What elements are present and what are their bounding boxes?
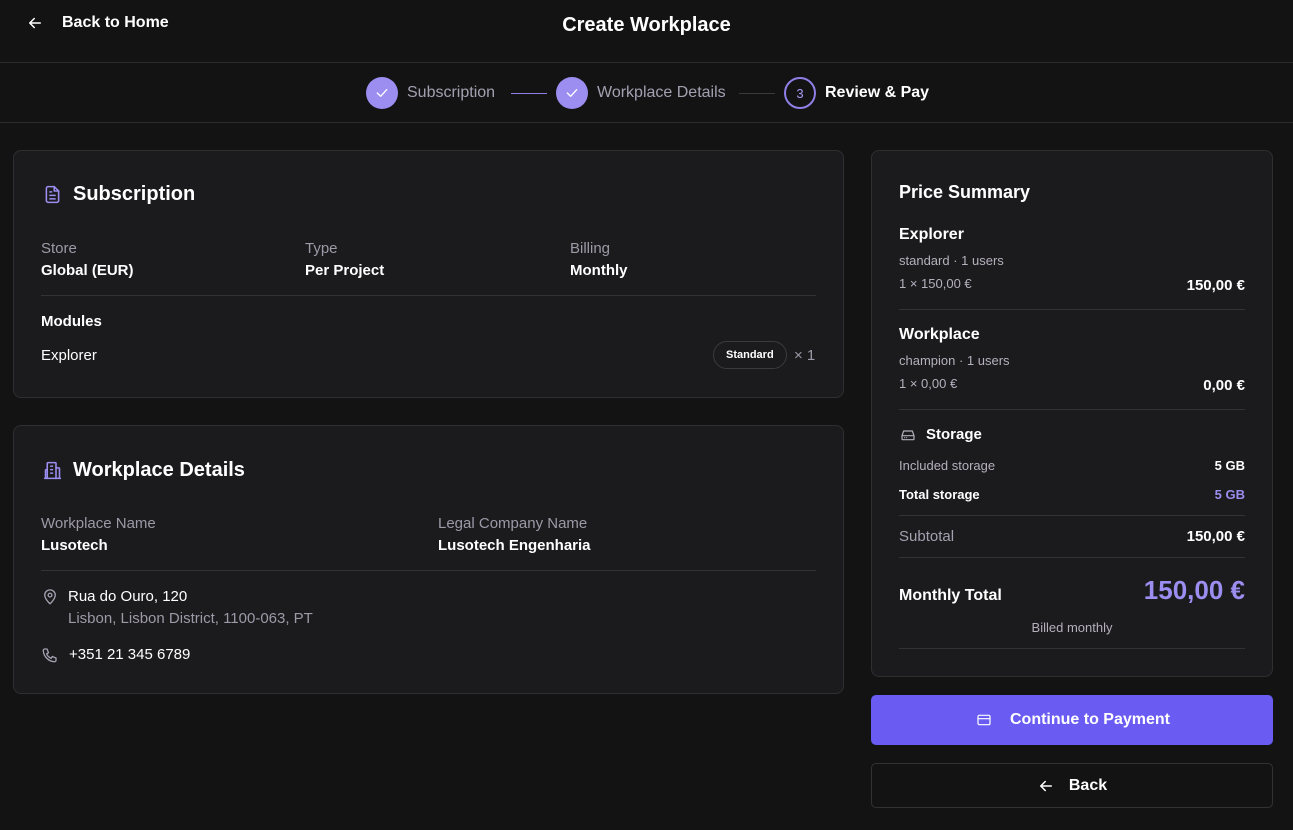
module-quantity: × 1 bbox=[794, 347, 816, 364]
line-item-detail: champion · 1 users bbox=[899, 353, 1010, 368]
credit-card-icon bbox=[977, 714, 991, 726]
subscription-card: Subscription Store Global (EUR) Type Per… bbox=[13, 150, 844, 398]
phone-icon bbox=[42, 648, 57, 663]
back-button-label: Back bbox=[1068, 776, 1108, 794]
price-summary-title: Price Summary bbox=[899, 182, 1031, 202]
step-label: Subscription bbox=[407, 84, 496, 101]
step-label: Workplace Details bbox=[597, 84, 726, 101]
module-tier-badge: Standard bbox=[713, 341, 787, 369]
monthly-total-value: 150,00 € bbox=[1143, 575, 1245, 605]
divider bbox=[899, 557, 1245, 558]
line-item-calc: 1 × 0,00 € bbox=[899, 376, 958, 391]
arrow-left-icon bbox=[1039, 780, 1052, 791]
continue-to-payment-button[interactable]: Continue to Payment bbox=[871, 695, 1273, 745]
document-icon bbox=[45, 185, 60, 204]
subtotal-label: Subtotal bbox=[899, 528, 955, 545]
billing-value: Monthly bbox=[570, 262, 628, 279]
continue-to-payment-label: Continue to Payment bbox=[1009, 711, 1170, 728]
address-line2: Lisbon, Lisbon District, 1100-063, PT bbox=[68, 610, 313, 627]
workplace-title-text: Workplace Details bbox=[73, 459, 245, 481]
type-value: Per Project bbox=[305, 262, 385, 279]
type-label: Type bbox=[305, 240, 338, 257]
step-label: Review & Pay bbox=[825, 84, 930, 101]
divider bbox=[899, 648, 1245, 649]
workplace-card-title: Workplace Details bbox=[42, 459, 245, 482]
workplace-name-label: Workplace Name bbox=[41, 515, 156, 532]
step-subscription[interactable]: Subscription bbox=[366, 77, 495, 109]
line-item-amount: 150,00 € bbox=[1186, 277, 1245, 294]
legal-name-value: Lusotech Engenharia bbox=[438, 537, 591, 554]
step-number: 3 bbox=[784, 77, 816, 109]
monthly-total-label: Monthly Total bbox=[899, 587, 1002, 604]
arrow-left-icon bbox=[29, 17, 41, 29]
location-pin-icon bbox=[44, 589, 56, 605]
hard-drive-icon bbox=[901, 430, 915, 441]
divider bbox=[899, 309, 1245, 310]
store-value: Global (EUR) bbox=[41, 262, 134, 279]
divider bbox=[899, 515, 1245, 516]
total-storage-label: Total storage bbox=[899, 487, 980, 502]
total-storage-value: 5 GB bbox=[1214, 487, 1245, 502]
page-title: Create Workplace bbox=[562, 14, 731, 36]
step-complete-check-icon bbox=[366, 77, 398, 109]
billed-note: Billed monthly bbox=[1031, 620, 1113, 635]
building-icon bbox=[43, 461, 62, 480]
divider bbox=[899, 409, 1245, 410]
included-storage-value: 5 GB bbox=[1214, 458, 1245, 473]
workplace-details-card: Workplace Details Workplace Name Lusotec… bbox=[13, 425, 844, 694]
workplace-name-value: Lusotech bbox=[41, 537, 108, 554]
step-workplace-details[interactable]: Workplace Details bbox=[556, 77, 726, 109]
legal-name-label: Legal Company Name bbox=[438, 515, 588, 532]
price-summary-card: Price Summary Explorer standard · 1 user… bbox=[871, 150, 1273, 677]
line-item-calc: 1 × 150,00 € bbox=[899, 276, 972, 291]
phone-number: +351 21 345 6789 bbox=[69, 646, 191, 663]
storage-title: Storage bbox=[926, 426, 982, 443]
back-to-home-label: Back to Home bbox=[62, 14, 169, 31]
store-label: Store bbox=[41, 240, 77, 257]
back-to-home-link[interactable]: Back to Home bbox=[26, 14, 169, 32]
line-item-name: Workplace bbox=[899, 326, 980, 343]
step-connector bbox=[511, 93, 547, 94]
back-button[interactable]: Back bbox=[871, 763, 1273, 808]
subtotal-value: 150,00 € bbox=[1186, 528, 1245, 545]
module-name: Explorer bbox=[41, 347, 97, 364]
divider bbox=[41, 295, 816, 296]
included-storage-label: Included storage bbox=[899, 458, 996, 473]
step-review-pay[interactable]: 3 Review & Pay bbox=[784, 77, 929, 109]
step-connector bbox=[739, 93, 775, 94]
billing-label: Billing bbox=[570, 240, 611, 257]
progress-stepper: Subscription Workplace Details 3 Review … bbox=[0, 63, 1293, 123]
line-item-detail: standard · 1 users bbox=[899, 253, 1004, 268]
modules-heading: Modules bbox=[41, 313, 102, 330]
line-item-amount: 0,00 € bbox=[1203, 377, 1245, 394]
line-item-name: Explorer bbox=[899, 226, 964, 243]
address-line1: Rua do Ouro, 120 bbox=[68, 588, 188, 605]
subscription-title-text: Subscription bbox=[73, 183, 196, 205]
step-complete-check-icon bbox=[556, 77, 588, 109]
top-header: Back to Home Create Workplace bbox=[0, 0, 1293, 63]
divider bbox=[41, 570, 816, 571]
subscription-card-title: Subscription bbox=[42, 183, 195, 206]
